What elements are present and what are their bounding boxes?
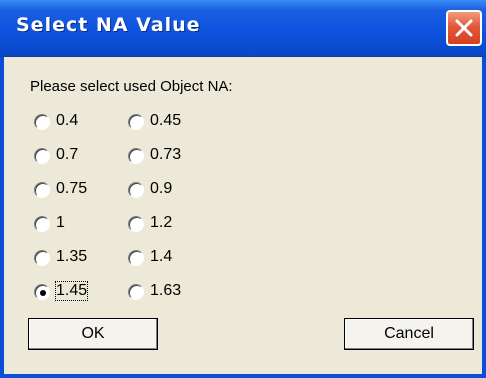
radio-circle[interactable] [128, 182, 144, 198]
radio-circle[interactable] [34, 114, 50, 130]
radio-circle[interactable] [128, 250, 144, 266]
cancel-button[interactable]: Cancel [344, 318, 474, 350]
radio-selected-dot [40, 290, 46, 296]
radio-label: 1.63 [150, 282, 182, 299]
title-bar[interactable]: Select NA Value [0, 0, 486, 57]
radio-circle[interactable] [128, 284, 144, 300]
radio-label: 1.45 [54, 281, 89, 301]
radio-label: 0.4 [56, 112, 79, 129]
radio-circle[interactable] [128, 216, 144, 232]
window-title: Select NA Value [16, 14, 201, 36]
radio-circle[interactable] [34, 148, 50, 164]
radio-label: 1.2 [150, 214, 173, 231]
radio-label: 0.7 [56, 146, 79, 163]
ok-button[interactable]: OK [28, 318, 158, 350]
radio-circle[interactable] [34, 284, 50, 300]
radio-label: 0.73 [150, 146, 182, 163]
radio-label: 0.75 [56, 180, 88, 197]
radio-label: 1.4 [150, 248, 173, 265]
radio-label: 0.9 [150, 180, 173, 197]
radio-label: 1 [56, 214, 65, 231]
prompt-label: Please select used Object NA: [30, 78, 233, 95]
radio-circle[interactable] [34, 216, 50, 232]
dialog-window: Select NA Value Please select used Objec… [0, 0, 486, 378]
radio-circle[interactable] [34, 182, 50, 198]
close-button[interactable] [446, 10, 482, 46]
radio-circle[interactable] [128, 114, 144, 130]
radio-circle[interactable] [128, 148, 144, 164]
close-icon [455, 19, 473, 37]
radio-label: 1.35 [56, 248, 88, 265]
radio-circle[interactable] [34, 250, 50, 266]
radio-label: 0.45 [150, 112, 182, 129]
